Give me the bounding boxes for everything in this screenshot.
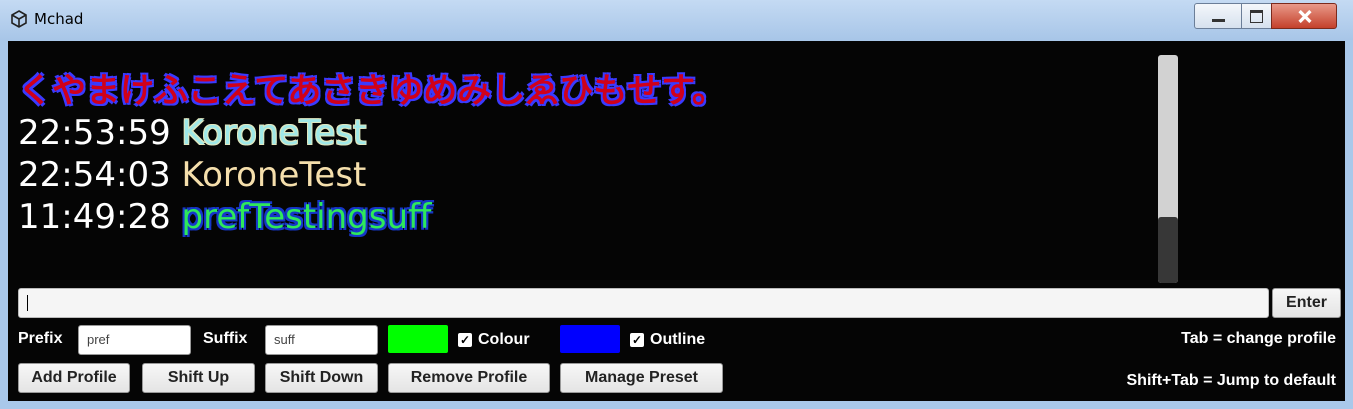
maximize-icon <box>1250 10 1263 23</box>
manage-preset-button[interactable]: Manage Preset <box>560 363 723 393</box>
colour-swatch[interactable] <box>388 325 448 353</box>
maximize-button[interactable] <box>1241 3 1272 29</box>
suffix-input[interactable]: suff <box>265 325 378 355</box>
outline-label: Outline <box>650 331 706 348</box>
chat-message-text: prefTestingsuff <box>181 197 432 237</box>
close-button[interactable] <box>1271 3 1337 29</box>
shift-up-button[interactable]: Shift Up <box>142 363 255 393</box>
shift-down-button[interactable]: Shift Down <box>265 363 378 393</box>
suffix-label: Suffix <box>203 330 248 347</box>
title-bar: Mchad <box>0 0 1353 40</box>
chat-scrollbar[interactable] <box>1158 55 1178 283</box>
tab-hint: Tab = change profile <box>1181 330 1336 347</box>
chat-line: くやまけふこえてあさきゆめみしゑひもせす。 <box>18 63 726 112</box>
add-profile-button[interactable]: Add Profile <box>18 363 130 393</box>
minimize-button[interactable] <box>1194 3 1242 29</box>
chat-line: 22:53:59 KoroneTest <box>18 113 366 153</box>
minimize-icon <box>1212 19 1225 22</box>
window-title: Mchad <box>34 10 84 28</box>
main-panel: くやまけふこえてあさきゆめみしゑひもせす。 22:53:59 KoroneTes… <box>8 41 1345 401</box>
chat-line: 22:54:03 KoroneTest <box>18 155 366 195</box>
remove-profile-button[interactable]: Remove Profile <box>388 363 550 393</box>
prefix-label: Prefix <box>18 330 63 347</box>
chat-timestamp: 11:49:28 <box>18 197 171 237</box>
text-caret <box>27 295 28 311</box>
chat-input[interactable] <box>18 288 1269 318</box>
scrollbar-thumb[interactable] <box>1158 217 1178 283</box>
enter-button[interactable]: Enter <box>1272 288 1341 318</box>
chat-message-text: KoroneTest <box>181 155 367 195</box>
prefix-input[interactable]: pref <box>78 325 191 355</box>
chat-timestamp: 22:53:59 <box>18 113 171 153</box>
outline-checkbox[interactable]: ✓ <box>630 333 644 347</box>
chat-timestamp: 22:54:03 <box>18 155 171 195</box>
shift-tab-hint: Shift+Tab = Jump to default <box>1126 372 1337 389</box>
close-icon <box>1298 10 1312 23</box>
outline-swatch[interactable] <box>560 325 620 353</box>
unity-icon <box>11 10 27 28</box>
chat-line: 11:49:28 prefTestingsuff <box>18 197 431 237</box>
colour-label: Colour <box>478 331 530 348</box>
chat-message-text: くやまけふこえてあさきゆめみしゑひもせす。 <box>18 71 726 111</box>
colour-checkbox[interactable]: ✓ <box>458 333 472 347</box>
chat-message-text: KoroneTest <box>181 113 367 153</box>
